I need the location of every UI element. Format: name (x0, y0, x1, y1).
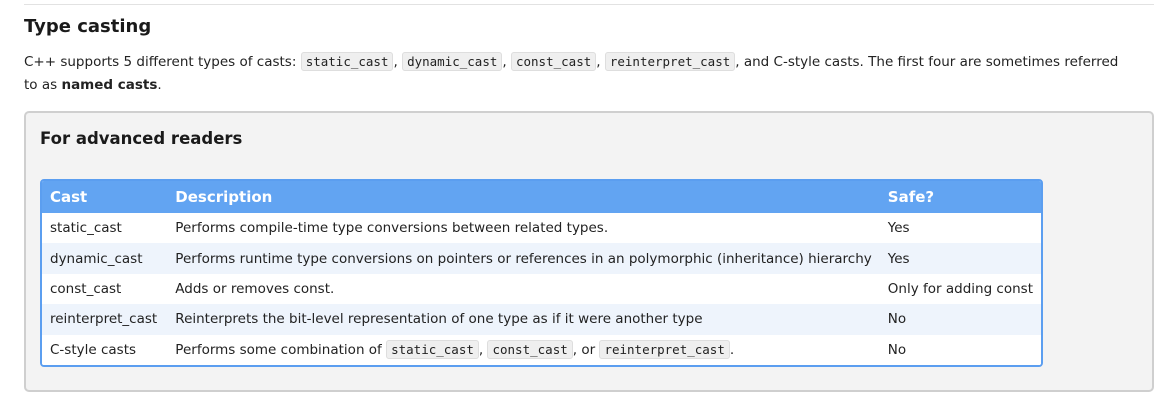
cell-cast: reinterpret_cast (50, 311, 158, 328)
header-description: Description (175, 188, 273, 206)
advanced-readers-box: For advanced readers Cast Description Sa… (24, 111, 1154, 392)
description-end: . (729, 341, 735, 358)
intro-prefix: C++ supports 5 different types of casts: (24, 54, 301, 70)
cell-description: Performs some combination of static_cast… (167, 335, 879, 365)
separator: , or (572, 341, 600, 358)
table-row: C-style casts Performs some combination … (42, 334, 1041, 365)
code-dynamic-cast: dynamic_cast (402, 52, 503, 71)
cell-cast: const_cast (50, 280, 122, 297)
casts-table-container: Cast Description Safe? static_cast Perfo… (40, 179, 1043, 367)
table-row: reinterpret_cast Reinterprets the bit-le… (42, 304, 1041, 335)
cell-description: Performs runtime type conversions on poi… (175, 250, 872, 267)
table-row: const_cast Adds or removes const. Only f… (42, 273, 1041, 305)
cell-description: Performs compile-time type conversions b… (175, 220, 609, 237)
advanced-box-title: For advanced readers (40, 129, 243, 148)
separator: , (596, 54, 605, 70)
code-const-cast: const_cast (487, 339, 573, 359)
named-casts-term: named casts (61, 77, 158, 93)
cell-safe: No (887, 311, 907, 328)
intro-paragraph: C++ supports 5 different types of casts:… (24, 50, 1134, 97)
cell-safe: Yes (887, 220, 910, 237)
casts-table: Cast Description Safe? static_cast Perfo… (42, 181, 1041, 365)
code-reinterpret-cast: reinterpret_cast (599, 339, 730, 359)
cell-cast: static_cast (50, 220, 122, 237)
separator: , (393, 54, 403, 70)
cell-safe: Only for adding const (887, 280, 1033, 297)
cell-cast: C-style casts (50, 341, 137, 358)
description-prefix: Performs some combination of (175, 341, 387, 358)
table-header-row: Cast Description Safe? (42, 181, 1041, 213)
cell-cast: dynamic_cast (50, 250, 143, 267)
cell-safe: Yes (887, 250, 910, 267)
cell-description: Reinterprets the bit-level representatio… (175, 311, 703, 328)
code-static-cast: static_cast (386, 339, 479, 359)
cell-safe: No (887, 341, 907, 358)
table-row: static_cast Performs compile-time type c… (42, 213, 1041, 244)
separator: , (502, 54, 511, 70)
intro-end: . (157, 77, 162, 93)
code-reinterpret-cast: reinterpret_cast (604, 52, 736, 71)
cell-description: Adds or removes const. (175, 280, 335, 297)
table-row: dynamic_cast Performs runtime type conve… (42, 243, 1041, 274)
section-heading: Type casting (24, 16, 152, 37)
header-safe: Safe? (887, 188, 935, 206)
code-const-cast: const_cast (510, 52, 597, 71)
code-static-cast: static_cast (300, 52, 394, 71)
section-divider (24, 4, 1154, 5)
header-cast: Cast (50, 188, 88, 206)
